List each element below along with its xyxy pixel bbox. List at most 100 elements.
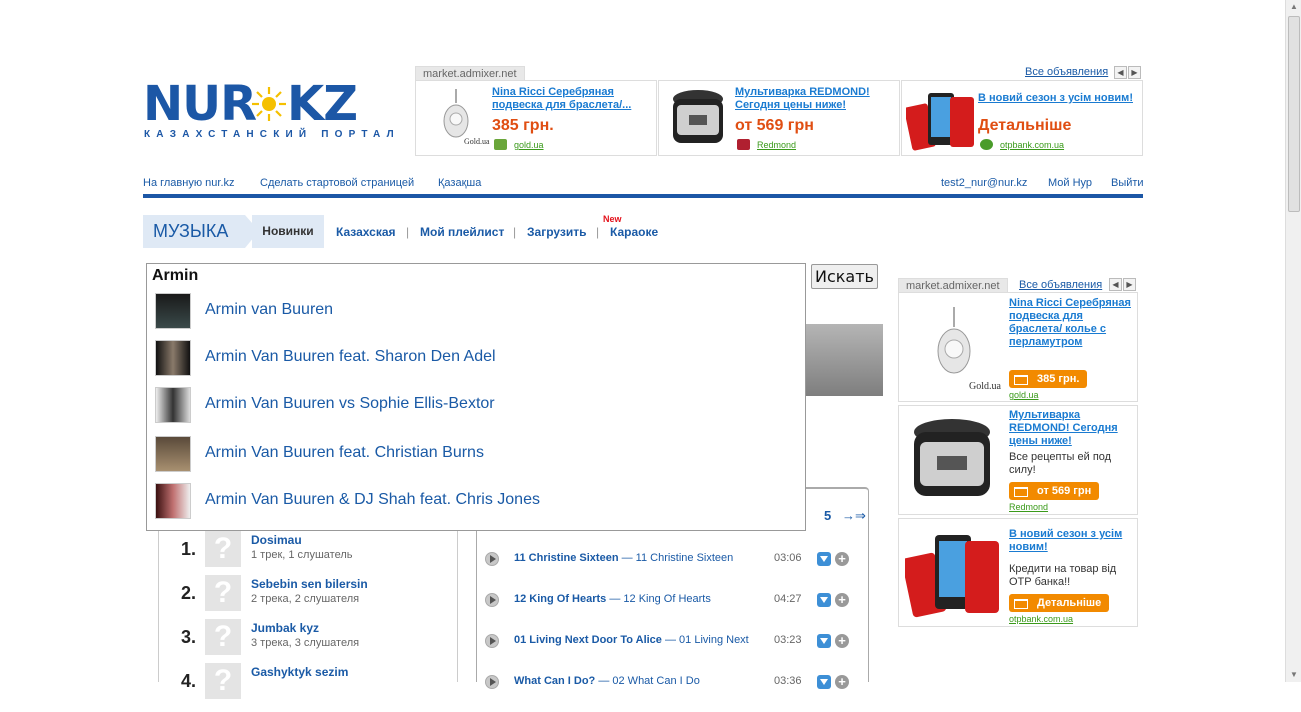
ad-card[interactable]: Gold.ua Nina Ricci Серебряная подвеска д… bbox=[898, 292, 1138, 402]
ads-prev-icon[interactable]: ◀ bbox=[1114, 66, 1127, 79]
ads-next-icon[interactable]: ▶ bbox=[1128, 66, 1141, 79]
list-item[interactable]: 4. ? Gashyktyk sezim bbox=[159, 660, 459, 704]
suggestion-item[interactable]: Armin Van Buuren & DJ Shah feat. Chris J… bbox=[155, 483, 795, 519]
price-button[interactable]: от 569 грн bbox=[1009, 482, 1100, 500]
tab-karaoke[interactable]: Караоке bbox=[610, 225, 658, 239]
tab-my-playlist[interactable]: Мой плейлист bbox=[420, 225, 504, 239]
redmond-icon bbox=[737, 139, 750, 150]
suggestion-item[interactable]: Armin Van Buuren feat. Sharon Den Adel bbox=[155, 340, 795, 376]
rank-number: 2. bbox=[181, 583, 197, 603]
list-item[interactable]: 3. ? Jumbak kyz 3 трека, 3 слушателя bbox=[159, 616, 459, 660]
ad-card[interactable]: Мультиварка REDMOND! Сегодня цены ниже! … bbox=[658, 80, 900, 156]
ad-source[interactable]: gold.ua bbox=[514, 140, 544, 150]
search-input[interactable]: Armin bbox=[152, 267, 198, 285]
scroll-up-icon[interactable]: ▲ bbox=[1286, 0, 1301, 14]
ad-price: Детальніше bbox=[978, 117, 1072, 134]
price-button[interactable]: 385 грн. bbox=[1009, 370, 1088, 388]
add-to-playlist-icon[interactable]: + bbox=[835, 593, 849, 607]
artist-thumbnail bbox=[155, 387, 191, 423]
admixer-tab[interactable]: market.admixer.net bbox=[898, 278, 1008, 293]
track-row: 01 Living Next Door To Alice — 01 Living… bbox=[477, 631, 868, 671]
artist-meta: 1 трек, 1 слушатель bbox=[251, 549, 353, 561]
artist-name[interactable]: Gashyktyk sezim bbox=[251, 665, 348, 679]
track-title[interactable]: 11 Christine Sixteen — 11 Christine Sixt… bbox=[514, 552, 733, 564]
suggestion-text: Armin Van Buuren vs Sophie Ellis-Bextor bbox=[205, 395, 495, 412]
download-icon[interactable] bbox=[817, 634, 831, 648]
ad-source[interactable]: otpbank.com.ua bbox=[1000, 140, 1064, 150]
download-icon[interactable] bbox=[817, 593, 831, 607]
suggestion-item[interactable]: Armin Van Buuren feat. Christian Burns bbox=[155, 436, 795, 472]
suggestion-text: Armin Van Buuren & DJ Shah feat. Chris J… bbox=[205, 491, 540, 508]
track-title[interactable]: 12 King Of Hearts — 12 King Of Hearts bbox=[514, 593, 711, 605]
download-icon[interactable] bbox=[817, 552, 831, 566]
ad-title[interactable]: Мультиварка REDMOND! Сегодня цены ниже! bbox=[1009, 409, 1135, 448]
artist-name[interactable]: Jumbak kyz bbox=[251, 621, 319, 635]
ad-card[interactable]: В новий сезон з усім новим! Кредити на т… bbox=[898, 518, 1138, 627]
start-page-link[interactable]: Сделать стартовой страницей bbox=[260, 177, 414, 189]
scroll-thumb[interactable] bbox=[1288, 16, 1300, 212]
pagination-page[interactable]: 5 bbox=[824, 508, 831, 523]
play-icon[interactable] bbox=[485, 552, 499, 566]
track-row: 11 Christine Sixteen — 11 Christine Sixt… bbox=[477, 549, 868, 589]
ad-source[interactable]: Redmond bbox=[1009, 502, 1048, 512]
gold-logo: Gold.ua bbox=[464, 137, 490, 146]
admixer-tab[interactable]: market.admixer.net bbox=[415, 66, 525, 81]
search-button[interactable]: Искать bbox=[811, 264, 878, 289]
suggestion-item[interactable]: Armin van Buuren bbox=[155, 293, 795, 329]
play-icon[interactable] bbox=[485, 593, 499, 607]
tab-new[interactable]: Новинки bbox=[252, 215, 324, 248]
ad-title[interactable]: В новий сезон з усім новим! bbox=[978, 92, 1138, 105]
placeholder-avatar-icon: ? bbox=[205, 663, 241, 699]
ad-title[interactable]: Nina Ricci Серебряная подвеска для брасл… bbox=[1009, 297, 1135, 349]
artist-name[interactable]: Sebebin sen bilersin bbox=[251, 577, 368, 591]
play-icon[interactable] bbox=[485, 634, 499, 648]
price-button[interactable]: Детальніше bbox=[1009, 594, 1110, 612]
page-scrollbar[interactable]: ▲ ▼ bbox=[1285, 0, 1301, 682]
list-item[interactable]: 1. ? Dosimau 1 трек, 1 слушатель bbox=[159, 528, 459, 572]
track-title[interactable]: What Can I Do? — 02 What Can I Do bbox=[514, 675, 700, 687]
nav-separator: | bbox=[513, 225, 517, 239]
ad-card[interactable]: Gold.ua Nina Ricci Серебряная подвеска д… bbox=[415, 80, 657, 156]
scroll-down-icon[interactable]: ▼ bbox=[1286, 668, 1301, 682]
play-icon[interactable] bbox=[485, 675, 499, 689]
tab-upload[interactable]: Загрузить bbox=[527, 225, 586, 239]
all-ads-link[interactable]: Все объявления bbox=[1019, 279, 1102, 291]
logout-link[interactable]: Выйти bbox=[1111, 177, 1144, 189]
suggestion-item[interactable]: Armin Van Buuren vs Sophie Ellis-Bextor bbox=[155, 387, 795, 423]
ad-source[interactable]: gold.ua bbox=[1009, 390, 1039, 400]
all-ads-link[interactable]: Все объявления bbox=[1025, 66, 1108, 78]
music-section-label[interactable]: МУЗЫКА bbox=[143, 215, 259, 248]
ad-source[interactable]: otpbank.com.ua bbox=[1009, 614, 1073, 624]
home-link[interactable]: На главную nur.kz bbox=[143, 177, 235, 189]
ad-card[interactable]: Мультиварка REDMOND! Сегодня цены ниже! … bbox=[898, 405, 1138, 515]
add-to-playlist-icon[interactable]: + bbox=[835, 634, 849, 648]
tab-kazakh[interactable]: Казахская bbox=[336, 225, 396, 239]
download-icon[interactable] bbox=[817, 675, 831, 689]
ad-title[interactable]: Nina Ricci Серебряная подвеска для брасл… bbox=[492, 86, 652, 112]
add-to-playlist-icon[interactable]: + bbox=[835, 552, 849, 566]
music-nav: МУЗЫКА Новинки Казахская | Мой плейлист … bbox=[143, 214, 703, 250]
add-to-playlist-icon[interactable]: + bbox=[835, 675, 849, 689]
artist-name[interactable]: Dosimau bbox=[251, 533, 302, 547]
top-artists-list: 1. ? Dosimau 1 трек, 1 слушатель 2. ? Se… bbox=[158, 528, 459, 699]
next-page-arrow-icon[interactable]: →⇒ bbox=[842, 508, 866, 524]
ad-source[interactable]: Redmond bbox=[757, 140, 796, 150]
ads-next-icon[interactable]: ▶ bbox=[1123, 278, 1136, 291]
site-logo[interactable]: NUR KZ КАЗАХСТАНСКИЙ ПОРТАЛ bbox=[143, 76, 394, 144]
ads-prev-icon[interactable]: ◀ bbox=[1109, 278, 1122, 291]
artist-thumbnail bbox=[155, 483, 191, 519]
ad-title[interactable]: Мультиварка REDMOND! Сегодня цены ниже! bbox=[735, 86, 895, 112]
ad-description: Кредити на товар від ОТР банка!! bbox=[1009, 563, 1117, 588]
my-nur-link[interactable]: Мой Нур bbox=[1048, 177, 1092, 189]
ad-card[interactable]: В новий сезон з усім новим! Детальніше o… bbox=[901, 80, 1143, 156]
track-duration: 04:27 bbox=[774, 593, 802, 605]
ad-title[interactable]: В новий сезон з усім новим! bbox=[1009, 528, 1135, 554]
track-title[interactable]: 01 Living Next Door To Alice — 01 Living… bbox=[514, 634, 749, 646]
user-email-link[interactable]: test2_nur@nur.kz bbox=[941, 177, 1027, 189]
artist-thumbnail bbox=[155, 293, 191, 329]
logo-word-right: KZ bbox=[287, 76, 358, 132]
list-item[interactable]: 2. ? Sebebin sen bilersin 2 трека, 2 слу… bbox=[159, 572, 459, 616]
kazakh-language-link[interactable]: Қазақша bbox=[438, 177, 481, 189]
cart-icon bbox=[494, 139, 507, 150]
artist-meta: 3 трека, 3 слушателя bbox=[251, 637, 360, 649]
